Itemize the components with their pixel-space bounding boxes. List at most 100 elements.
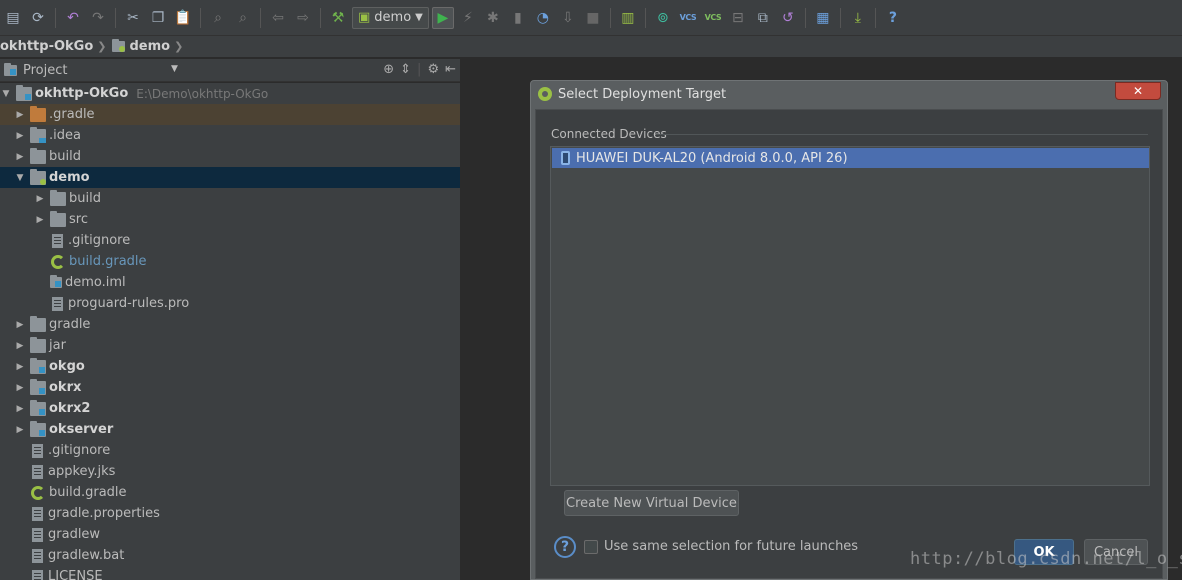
tree-row-okserver[interactable]: ▶ okserver	[0, 419, 460, 440]
tree-label: okrx	[49, 380, 82, 395]
make-project-icon[interactable]: ⚒	[327, 7, 349, 29]
collapsed-arrow-icon[interactable]: ▶	[14, 341, 26, 351]
tree-row-okrx[interactable]: ▶ okrx	[0, 377, 460, 398]
find-icon[interactable]: ⌕	[207, 7, 229, 29]
collapse-all-icon[interactable]: ⇕	[400, 62, 411, 77]
device-row[interactable]: HUAWEI DUK-AL20 (Android 8.0.0, API 26)	[552, 148, 1149, 168]
history-icon[interactable]: ⧉	[752, 7, 774, 29]
tree-row-demo-gitignore[interactable]: .gitignore	[0, 230, 460, 251]
module-folder-icon	[16, 84, 32, 101]
collapsed-arrow-icon[interactable]: ▶	[14, 152, 26, 162]
tree-row-gradle-properties[interactable]: gradle.properties	[0, 503, 460, 524]
tree-row-appkey[interactable]: appkey.jks	[0, 461, 460, 482]
collapsed-arrow-icon[interactable]: ▶	[14, 320, 26, 330]
tree-row-gradlew-bat[interactable]: gradlew.bat	[0, 545, 460, 566]
vcs-commit-icon[interactable]: VCS	[702, 7, 724, 29]
tree-row-proguard[interactable]: proguard-rules.pro	[0, 293, 460, 314]
run-button[interactable]: ▶	[431, 6, 454, 29]
project-view-selector[interactable]: Project	[4, 62, 67, 78]
help-button[interactable]: ?	[554, 536, 576, 558]
project-structure-icon[interactable]: ▦	[812, 7, 834, 29]
redo-icon[interactable]: ↷	[87, 7, 109, 29]
tree-row-demo-iml[interactable]: demo.iml	[0, 272, 460, 293]
chevron-down-icon[interactable]: ▼	[171, 64, 178, 74]
folder-icon	[112, 39, 126, 52]
copy-icon[interactable]: ❐	[147, 7, 169, 29]
attach-debugger-icon[interactable]: ▮	[507, 7, 529, 29]
tree-row-okgo[interactable]: ▶ okgo	[0, 356, 460, 377]
sdk-manager-icon[interactable]: ⤓	[847, 7, 869, 29]
expanded-arrow-icon[interactable]: ▼	[14, 173, 26, 183]
toolbar-separator	[260, 7, 261, 28]
create-virtual-device-button[interactable]: Create New Virtual Device	[564, 490, 739, 516]
scroll-from-source-icon[interactable]: ⊕	[383, 62, 394, 77]
collapsed-arrow-icon[interactable]: ▶	[34, 194, 46, 204]
connected-devices-label: Connected Devices	[551, 127, 667, 141]
tree-row-gitignore[interactable]: .gitignore	[0, 440, 460, 461]
tree-label: okrx2	[49, 401, 91, 416]
forward-icon[interactable]: ⇨	[292, 7, 314, 29]
tree-row-jar[interactable]: ▶ jar	[0, 335, 460, 356]
cut-icon[interactable]: ✂	[122, 7, 144, 29]
collapsed-arrow-icon[interactable]: ▶	[14, 425, 26, 435]
stop-icon[interactable]: ■	[582, 7, 604, 29]
breadcrumb-item-demo[interactable]: demo	[112, 39, 170, 54]
help-icon[interactable]: ?	[882, 7, 904, 29]
run-configuration-dropdown[interactable]: ▣ demo ▼	[352, 6, 429, 29]
save-icon[interactable]: ▤	[2, 7, 24, 29]
collapsed-arrow-icon[interactable]: ▶	[14, 110, 26, 120]
undo-icon[interactable]: ↶	[62, 7, 84, 29]
device-file-icon[interactable]: ▥	[617, 7, 639, 29]
tree-row-src[interactable]: ▶ src	[0, 209, 460, 230]
dialog-title-bar[interactable]: Select Deployment Target	[531, 81, 1167, 107]
collapsed-arrow-icon[interactable]: ▶	[14, 362, 26, 372]
replace-icon[interactable]: ⌕	[232, 7, 254, 29]
tree-row-demo[interactable]: ▼ demo	[0, 167, 460, 188]
debug-icon[interactable]: ✱	[482, 7, 504, 29]
tree-row-build[interactable]: ▶ build	[0, 146, 460, 167]
back-icon[interactable]: ⇦	[267, 7, 289, 29]
vcs-update-icon[interactable]: VCS	[677, 7, 699, 29]
chevron-right-icon: ❯	[97, 40, 107, 53]
tree-row-gradle[interactable]: ▶ gradle	[0, 314, 460, 335]
tree-label: okhttp-OkGo	[35, 86, 129, 101]
lock-icon[interactable]: ⊟	[727, 7, 749, 29]
tree-label: gradlew	[48, 527, 101, 542]
same-selection-checkbox[interactable]	[584, 540, 598, 554]
collapsed-arrow-icon[interactable]: ▶	[14, 131, 26, 141]
tree-row-gradle-dir[interactable]: ▶ .gradle	[0, 104, 460, 125]
tree-row-idea[interactable]: ▶ .idea	[0, 125, 460, 146]
sync-icon[interactable]: ⟳	[27, 7, 49, 29]
help-icon: ?	[560, 539, 570, 555]
profile-icon[interactable]: ◔	[532, 7, 554, 29]
tree-row-gradlew[interactable]: gradlew	[0, 524, 460, 545]
expanded-arrow-icon[interactable]: ▼	[0, 89, 12, 99]
same-selection-label[interactable]: Use same selection for future launches	[604, 539, 858, 554]
hide-panel-icon[interactable]: ⇤	[445, 62, 456, 77]
collapsed-arrow-icon[interactable]: ▶	[14, 404, 26, 414]
toolbar-separator	[839, 7, 841, 28]
phone-icon	[561, 151, 570, 165]
paste-icon[interactable]: 📋	[172, 7, 194, 29]
project-panel-header: Project ▼ ⊕ ⇕ | ⚙ ⇤	[0, 59, 460, 82]
tree-row-demo-build-gradle[interactable]: build.gradle	[0, 251, 460, 272]
device-list[interactable]: HUAWEI DUK-AL20 (Android 8.0.0, API 26)	[550, 146, 1150, 486]
folder-icon	[30, 147, 46, 164]
tree-row-okrx2[interactable]: ▶ okrx2	[0, 398, 460, 419]
android-module-folder-icon	[30, 168, 46, 185]
apply-code-changes-icon[interactable]: ⇩	[557, 7, 579, 29]
gradle-sync-icon[interactable]: ⊚	[652, 7, 674, 29]
collapsed-arrow-icon[interactable]: ▶	[34, 215, 46, 225]
breadcrumb-item-project[interactable]: okhttp-OkGo	[0, 39, 93, 54]
revert-icon[interactable]: ↺	[777, 7, 799, 29]
tree-row-license[interactable]: LICENSE	[0, 566, 460, 580]
gear-icon[interactable]: ⚙	[427, 62, 439, 77]
close-button[interactable]: ✕	[1115, 82, 1161, 100]
module-file-icon	[50, 275, 62, 288]
tree-row-demo-build[interactable]: ▶ build	[0, 188, 460, 209]
apply-changes-icon[interactable]: ⚡	[457, 7, 479, 29]
tree-label: build.gradle	[49, 485, 127, 500]
collapsed-arrow-icon[interactable]: ▶	[14, 383, 26, 393]
tree-row-root[interactable]: ▼ okhttp-OkGo E:\Demo\okhttp-OkGo	[0, 83, 460, 104]
tree-row-build-gradle[interactable]: build.gradle	[0, 482, 460, 503]
